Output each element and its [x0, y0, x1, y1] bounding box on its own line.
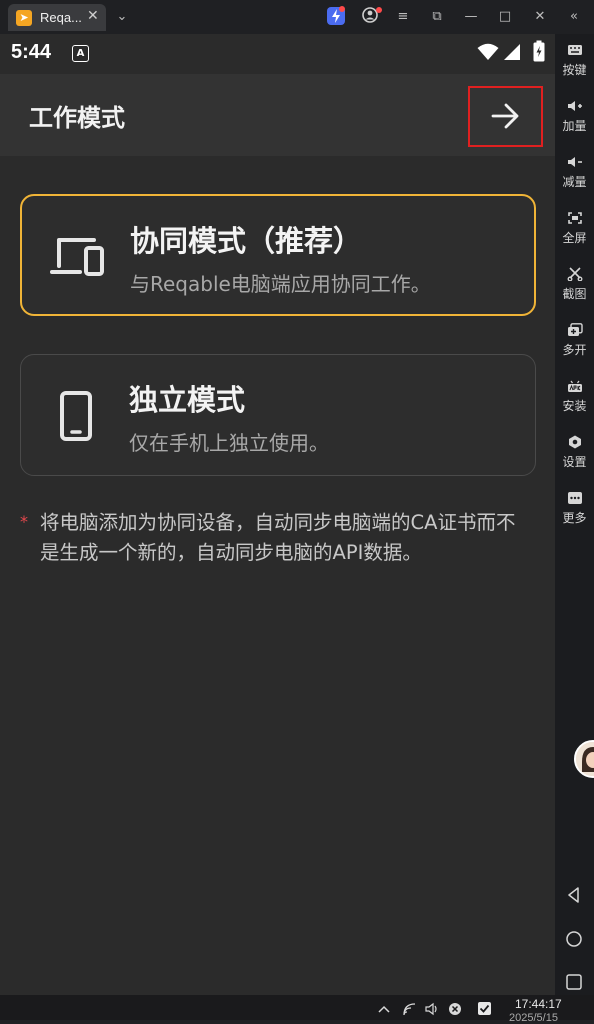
- sidebar-label: 安装: [562, 399, 587, 413]
- sidebar-label: 加量: [562, 119, 587, 133]
- tab-dropdown-icon[interactable]: ⌄: [112, 7, 132, 27]
- app-bar: 工作模式: [0, 74, 555, 156]
- close-icon[interactable]: ✕: [530, 7, 550, 27]
- apk-install-icon: [567, 380, 582, 392]
- note-text: 将电脑添加为协同设备，自动同步电脑端的CA证书而不是生成一个新的，自动同步电脑的…: [40, 511, 516, 564]
- sidebar-label: 按键: [562, 63, 587, 77]
- gear-icon: [568, 435, 581, 449]
- emulator-titlebar: ➤ Reqa... ✕ ⌄ ≡ ⧉ — □ ✕ «: [0, 0, 594, 34]
- sidebar-item-more[interactable]: 更多: [555, 491, 594, 526]
- note-asterisk: *: [20, 512, 28, 531]
- notification-dot: [339, 6, 345, 12]
- taskbar-time[interactable]: 17:44:17: [515, 997, 562, 1011]
- sidebar-item-volume-up[interactable]: 加量: [555, 99, 594, 134]
- collapse-sidebar-icon[interactable]: «: [564, 7, 584, 27]
- cellular-signal-icon: [504, 44, 520, 60]
- app-tab[interactable]: ➤ Reqa... ✕: [8, 4, 106, 31]
- devices-icon: [50, 238, 104, 276]
- volume-down-icon: [567, 157, 582, 167]
- sidebar-label: 设置: [562, 455, 587, 469]
- collaborative-mode-title: 协同模式（推荐）: [130, 224, 363, 258]
- smartphone-icon: [60, 391, 92, 441]
- menu-icon[interactable]: ≡: [393, 7, 413, 27]
- notification-a-icon: A: [72, 45, 89, 62]
- windows-taskbar: 17:44:17 2025/5/15: [0, 995, 594, 1024]
- keyboard-icon: [567, 45, 582, 55]
- account-notification-dot: [376, 7, 382, 13]
- checkbox-tray-icon[interactable]: [477, 1001, 492, 1016]
- sidebar-item-screenshot[interactable]: 截图: [555, 267, 594, 302]
- minimize-icon[interactable]: —: [461, 7, 481, 27]
- sidebar-item-keys[interactable]: 按键: [555, 43, 594, 78]
- sidebar-label: 减量: [562, 175, 587, 189]
- sidebar-label: 多开: [562, 343, 587, 357]
- sidebar-item-fullscreen[interactable]: 全屏: [555, 211, 594, 246]
- status-clock: 5:44: [11, 41, 52, 63]
- taskbar-date[interactable]: 2025/5/15: [509, 1012, 558, 1024]
- sidebar-label: 更多: [562, 511, 587, 525]
- nav-home-icon[interactable]: [565, 930, 583, 948]
- nav-recents-icon[interactable]: [565, 974, 583, 990]
- avatar-face-icon: [576, 742, 594, 776]
- battery-charging-icon: [533, 40, 545, 62]
- collaborative-mode-description: 与Reqable电脑端应用协同工作。: [130, 272, 431, 296]
- more-icon: [567, 492, 582, 504]
- sidebar-item-volume-down[interactable]: 减量: [555, 155, 594, 190]
- volume-up-icon: [567, 101, 582, 111]
- arrow-right-icon: [491, 103, 519, 129]
- standalone-mode-description: 仅在手机上独立使用。: [129, 431, 329, 455]
- standalone-mode-card[interactable]: 独立模式 仅在手机上独立使用。: [20, 354, 536, 476]
- sidebar-label: 全屏: [562, 231, 587, 245]
- collaborative-mode-card[interactable]: 协同模式（推荐） 与Reqable电脑端应用协同工作。: [20, 194, 536, 316]
- phone-screen: 5:44 A 工作模式 协同模式（推荐） 与Reqable电脑端应用协同工作。 …: [0, 34, 555, 995]
- emulator-sidebar: 按键 加量 减量 全屏 截图 多开 安装 设置 更多: [555, 34, 594, 995]
- sidebar-item-multi-instance[interactable]: 多开: [555, 323, 594, 358]
- android-status-bar: 5:44 A: [0, 34, 555, 74]
- tab-title: Reqa...: [40, 10, 82, 25]
- screenshot-window-icon[interactable]: ⧉: [427, 7, 447, 27]
- standalone-mode-title: 独立模式: [129, 383, 246, 417]
- network-icon[interactable]: [402, 1002, 418, 1016]
- maximize-icon[interactable]: □: [495, 7, 515, 27]
- close-circle-icon[interactable]: [448, 1002, 462, 1016]
- sidebar-label: 截图: [562, 287, 587, 301]
- reqable-app-icon: ➤: [16, 10, 32, 26]
- wifi-icon: [477, 43, 499, 60]
- fullscreen-icon: [567, 212, 582, 224]
- tab-close-icon[interactable]: ✕: [87, 8, 99, 24]
- chevron-up-icon[interactable]: [377, 1004, 391, 1014]
- sidebar-item-install-apk[interactable]: 安装: [555, 379, 594, 414]
- main-content: 协同模式（推荐） 与Reqable电脑端应用协同工作。 独立模式 仅在手机上独立…: [0, 156, 555, 995]
- next-button[interactable]: [468, 86, 543, 147]
- sidebar-item-settings[interactable]: 设置: [555, 435, 594, 470]
- scissors-icon: [567, 267, 582, 281]
- speaker-icon[interactable]: [425, 1002, 439, 1016]
- nav-back-icon[interactable]: [565, 886, 583, 904]
- page-title: 工作模式: [29, 104, 125, 132]
- multi-instance-icon: [567, 323, 583, 336]
